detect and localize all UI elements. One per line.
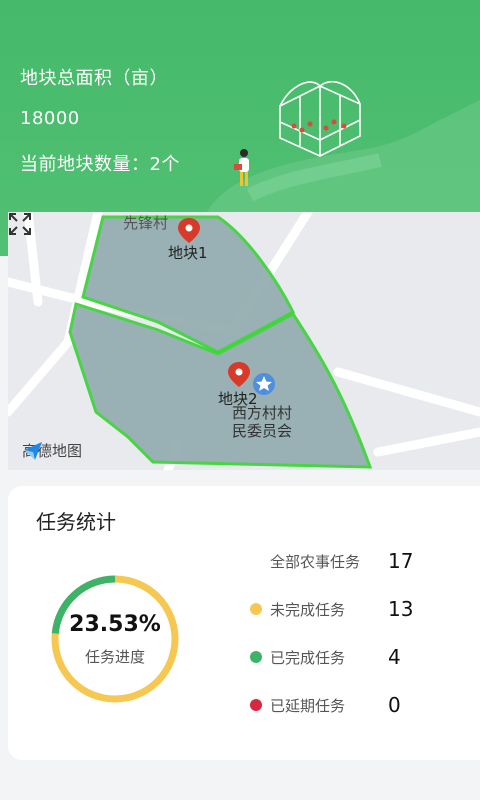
task-all-label: 全部农事任务: [270, 552, 361, 571]
task-row-overdue[interactable]: 已延期任务 0: [250, 690, 470, 720]
task-completed-label: 已完成任务: [270, 648, 346, 667]
task-overdue-count: 0: [388, 693, 401, 717]
task-completed-count: 4: [388, 645, 401, 669]
committee-label-line2: 民委员会: [232, 422, 293, 440]
task-stats-title: 任务统计: [36, 510, 116, 534]
task-incomplete-label: 未完成任务: [270, 600, 346, 619]
task-incomplete-count: 13: [388, 597, 414, 621]
task-overdue-label: 已延期任务: [270, 696, 346, 715]
farmer-icon: [234, 149, 249, 186]
village-label: 先锋村: [123, 214, 169, 232]
task-all-dot: [250, 555, 262, 567]
greenhouse-icon: [279, 80, 361, 157]
progress-percentage: 23.53%: [69, 612, 161, 637]
plot-count-text: 当前地块数量：2个: [20, 154, 180, 175]
task-completed-dot: [250, 651, 262, 663]
total-area-value: 18000: [20, 108, 80, 129]
amap-logo: 高德地图: [22, 440, 82, 461]
progress-ring-fill: [51, 575, 179, 703]
task-row-incomplete[interactable]: 未完成任务 13: [250, 594, 470, 624]
plot-1-label[interactable]: 地块1: [168, 242, 208, 263]
fullscreen-icon[interactable]: [8, 212, 32, 236]
task-row-completed[interactable]: 已完成任务 4: [250, 642, 470, 672]
amap-logo-icon: [24, 442, 42, 460]
task-row-all[interactable]: 全部农事任务 17: [250, 546, 470, 576]
progress-ring: [51, 575, 179, 703]
plot-map[interactable]: 先锋村 地块1 地块2 西方村村 民委员会 高德地图: [8, 212, 480, 470]
task-stats-card: 任务统计 23.53% 任务进度 全部农事任务 17 未完成任务 13 已完成任…: [8, 486, 480, 760]
task-overdue-dot: [250, 699, 262, 711]
task-incomplete-dot: [250, 603, 262, 615]
progress-label: 任务进度: [84, 648, 145, 666]
total-area-label: 地块总面积（亩）: [20, 68, 168, 89]
task-all-count: 17: [388, 549, 414, 573]
